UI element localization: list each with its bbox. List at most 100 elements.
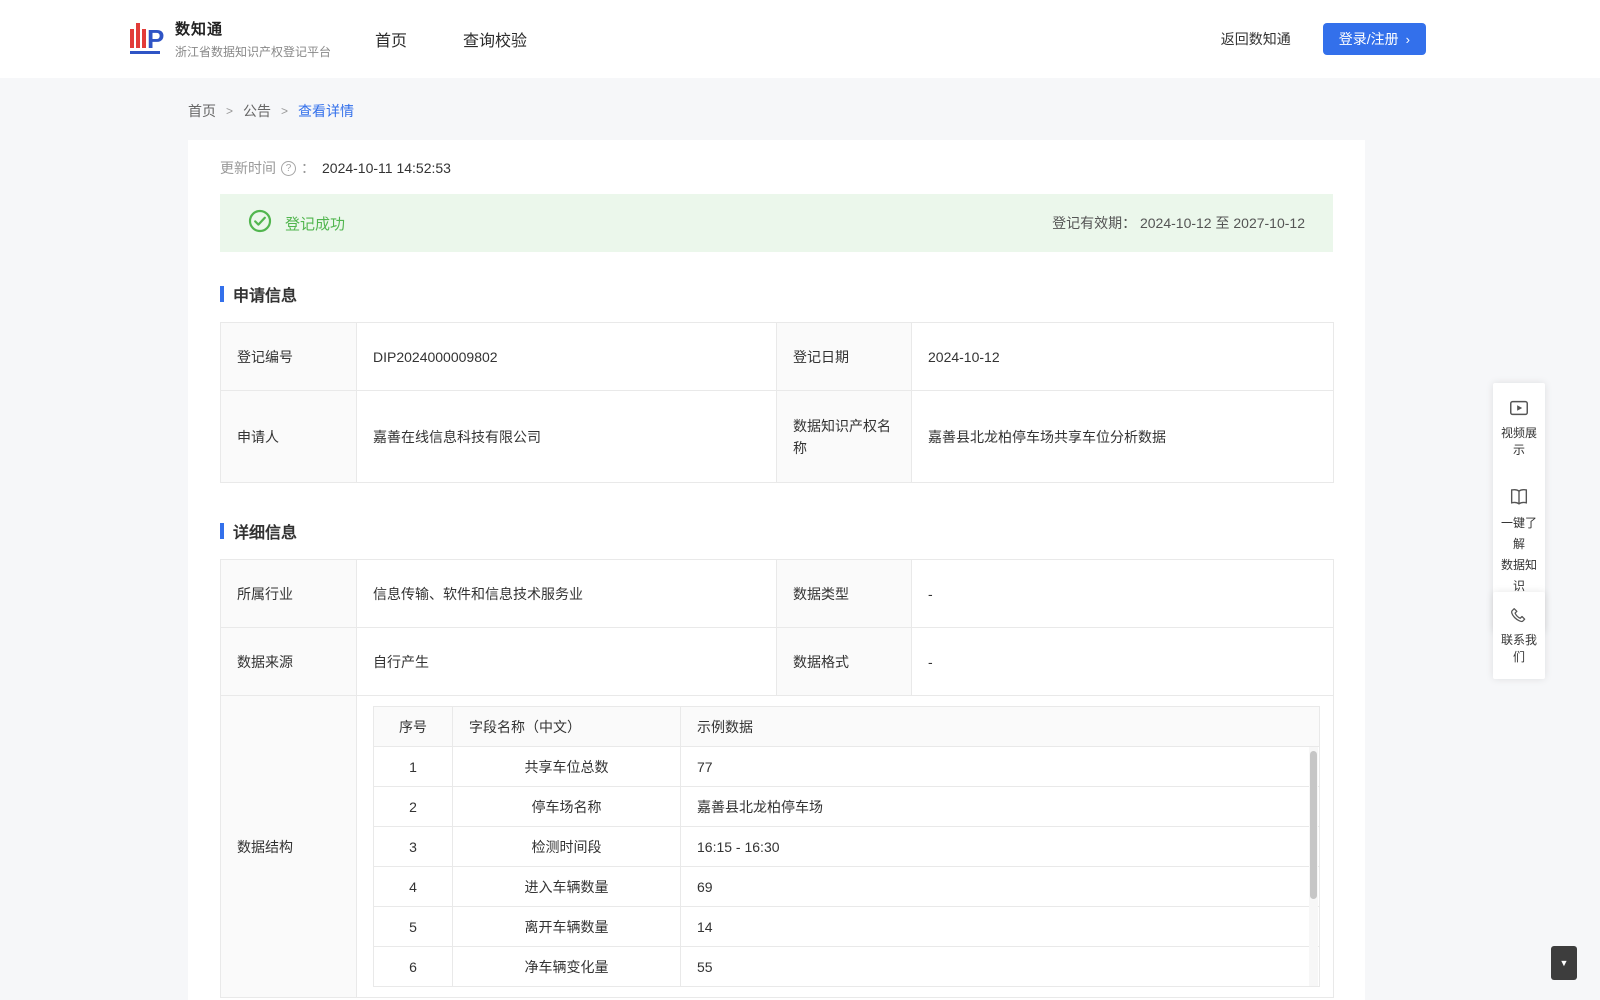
apply-info-table: 登记编号 DIP2024000009802 登记日期 2024-10-12 申请…	[220, 322, 1334, 483]
applicant-label: 申请人	[220, 390, 357, 483]
cell-field-name: 检测时间段	[452, 826, 681, 867]
reg-date-label: 登记日期	[776, 322, 912, 391]
table-row: 申请人 嘉善在线信息科技有限公司 数据知识产权名称 嘉善县北龙柏停车场共享车位分…	[220, 390, 1334, 483]
reg-no-label: 登记编号	[220, 322, 357, 391]
login-register-button[interactable]: 登录/注册 ›	[1322, 23, 1426, 55]
cell-sample: 14	[680, 906, 1320, 947]
cell-field-name: 停车场名称	[452, 786, 681, 827]
header: P 数知通 浙江省数据知识产权登记平台 首页 查询校验 返回数知通 登录/注册 …	[0, 0, 1600, 78]
structure-row: 2 停车场名称 嘉善县北龙柏停车场	[373, 786, 1320, 827]
col-header-sample-data: 示例数据	[680, 706, 1320, 747]
scroll-down-button[interactable]: ▼	[1551, 946, 1577, 980]
breadcrumb-current: 查看详情	[298, 103, 355, 119]
back-to-shuzhitong-link[interactable]: 返回数知通	[1221, 29, 1291, 49]
detail-card: 更新时间 ? ： 2024-10-11 14:52:53 登记成功 登记有效期：…	[188, 140, 1365, 1000]
main-nav: 首页 查询校验	[375, 27, 527, 51]
book-icon	[1496, 486, 1542, 508]
cell-field-name: 进入车辆数量	[452, 866, 681, 907]
cell-field-name: 共享车位总数	[452, 746, 681, 787]
contact-widget: 联系我们	[1493, 592, 1545, 679]
contact-label: 联系我们	[1500, 633, 1537, 664]
update-time-value: 2024-10-11 14:52:53	[322, 160, 451, 176]
video-showcase-button[interactable]: 视频展示	[1496, 397, 1542, 458]
structure-table-scrollbar[interactable]	[1309, 747, 1318, 986]
nav-item-home[interactable]: 首页	[375, 27, 407, 51]
breadcrumb-separator: >	[281, 104, 289, 118]
cell-sample: 嘉善县北龙柏停车场	[680, 786, 1320, 827]
breadcrumb: 首页 > 公告 > 查看详情	[188, 101, 1600, 121]
contact-us-button[interactable]: 联系我们	[1496, 606, 1542, 665]
status-text: 登记成功	[285, 215, 346, 233]
section-accent-bar	[220, 286, 224, 302]
scrollbar-thumb[interactable]	[1310, 751, 1317, 899]
structure-row: 5 离开车辆数量 14	[373, 906, 1320, 947]
data-source-label: 数据来源	[220, 627, 357, 696]
col-header-seq: 序号	[373, 706, 453, 747]
help-icon[interactable]: ?	[281, 160, 296, 176]
detail-info-title-text: 详细信息	[233, 525, 298, 542]
apply-info-title-text: 申请信息	[233, 288, 298, 305]
cell-seq: 2	[373, 786, 453, 827]
breadcrumb-announcement[interactable]: 公告	[243, 101, 271, 121]
cell-field-name: 离开车辆数量	[452, 906, 681, 947]
nav-item-query-verify[interactable]: 查询校验	[463, 27, 527, 51]
data-type-label: 数据类型	[776, 559, 912, 628]
site-title: 数知通	[175, 21, 224, 38]
brand[interactable]: P 数知通 浙江省数据知识产权登记平台	[127, 18, 375, 61]
structure-row: 1 共享车位总数 77	[373, 746, 1320, 787]
structure-row: 4 进入车辆数量 69	[373, 866, 1320, 907]
cell-seq: 4	[373, 866, 453, 907]
validity-period: 登记有效期： 2024-10-12 至 2027-10-12	[1052, 213, 1305, 233]
dip-name-value: 嘉善县北龙柏停车场共享车位分析数据	[911, 390, 1334, 483]
brand-text: 数知通 浙江省数据知识产权登记平台	[175, 18, 331, 60]
data-structure-cell: 序号 字段名称（中文） 示例数据 1 共享车位总数 77 2 停车场名称 嘉善县…	[356, 695, 1334, 998]
learn-label-line: 数据知识	[1500, 558, 1537, 593]
table-row: 登记编号 DIP2024000009802 登记日期 2024-10-12	[220, 322, 1334, 391]
breadcrumb-home[interactable]: 首页	[188, 101, 216, 121]
arrow-down-icon: ▼	[1559, 958, 1569, 968]
validity-value: 2024-10-12 至 2027-10-12	[1139, 215, 1305, 231]
industry-label: 所属行业	[220, 559, 357, 628]
validity-label: 登记有效期：	[1052, 215, 1137, 231]
update-time-row: 更新时间 ? ： 2024-10-11 14:52:53	[220, 156, 1333, 180]
table-row: 数据来源 自行产生 数据格式 -	[220, 627, 1334, 696]
structure-table: 序号 字段名称（中文） 示例数据 1 共享车位总数 77 2 停车场名称 嘉善县…	[373, 706, 1320, 987]
video-label: 视频展示	[1500, 426, 1537, 457]
colon: ：	[301, 160, 315, 176]
data-format-label: 数据格式	[776, 627, 912, 696]
site-subtitle: 浙江省数据知识产权登记平台	[175, 45, 332, 59]
reg-date-value: 2024-10-12	[911, 322, 1334, 391]
detail-info-table: 所属行业 信息传输、软件和信息技术服务业 数据类型 - 数据来源 自行产生 数据…	[220, 559, 1334, 998]
data-structure-label: 数据结构	[220, 695, 357, 998]
applicant-value: 嘉善在线信息科技有限公司	[356, 390, 777, 483]
login-register-label: 登录/注册	[1338, 31, 1399, 47]
learn-label-line: 一键了解	[1500, 516, 1537, 551]
registration-status-banner: 登记成功 登记有效期： 2024-10-12 至 2027-10-12	[220, 194, 1333, 252]
reg-no-value: DIP2024000009802	[356, 322, 777, 391]
success-check-icon	[248, 209, 272, 238]
topbar-right: 返回数知通 登录/注册 ›	[1221, 23, 1426, 55]
svg-text:P: P	[147, 24, 164, 54]
cell-seq: 5	[373, 906, 453, 947]
data-type-value: -	[911, 559, 1334, 628]
logo-icon: P	[127, 18, 165, 61]
apply-info-section-title: 申请信息	[220, 282, 1333, 306]
phone-icon	[1496, 606, 1542, 626]
cell-seq: 3	[373, 826, 453, 867]
video-icon	[1496, 397, 1542, 419]
data-format-value: -	[911, 627, 1334, 696]
cell-seq: 1	[373, 746, 453, 787]
cell-sample: 77	[680, 746, 1320, 787]
section-accent-bar	[220, 523, 224, 539]
cell-field-name: 净车辆变化量	[452, 946, 681, 987]
chevron-right-icon: ›	[1405, 31, 1410, 47]
dip-name-label: 数据知识产权名称	[776, 390, 912, 483]
cell-sample: 69	[680, 866, 1320, 907]
cell-seq: 6	[373, 946, 453, 987]
structure-row: 3 检测时间段 16:15 - 16:30	[373, 826, 1320, 867]
structure-header-row: 序号 字段名称（中文） 示例数据	[373, 706, 1320, 747]
structure-row: 6 净车辆变化量 55	[373, 946, 1320, 987]
data-source-value: 自行产生	[356, 627, 777, 696]
detail-info-section-title: 详细信息	[220, 519, 1333, 543]
structure-table-wrap: 序号 字段名称（中文） 示例数据 1 共享车位总数 77 2 停车场名称 嘉善县…	[373, 706, 1320, 987]
